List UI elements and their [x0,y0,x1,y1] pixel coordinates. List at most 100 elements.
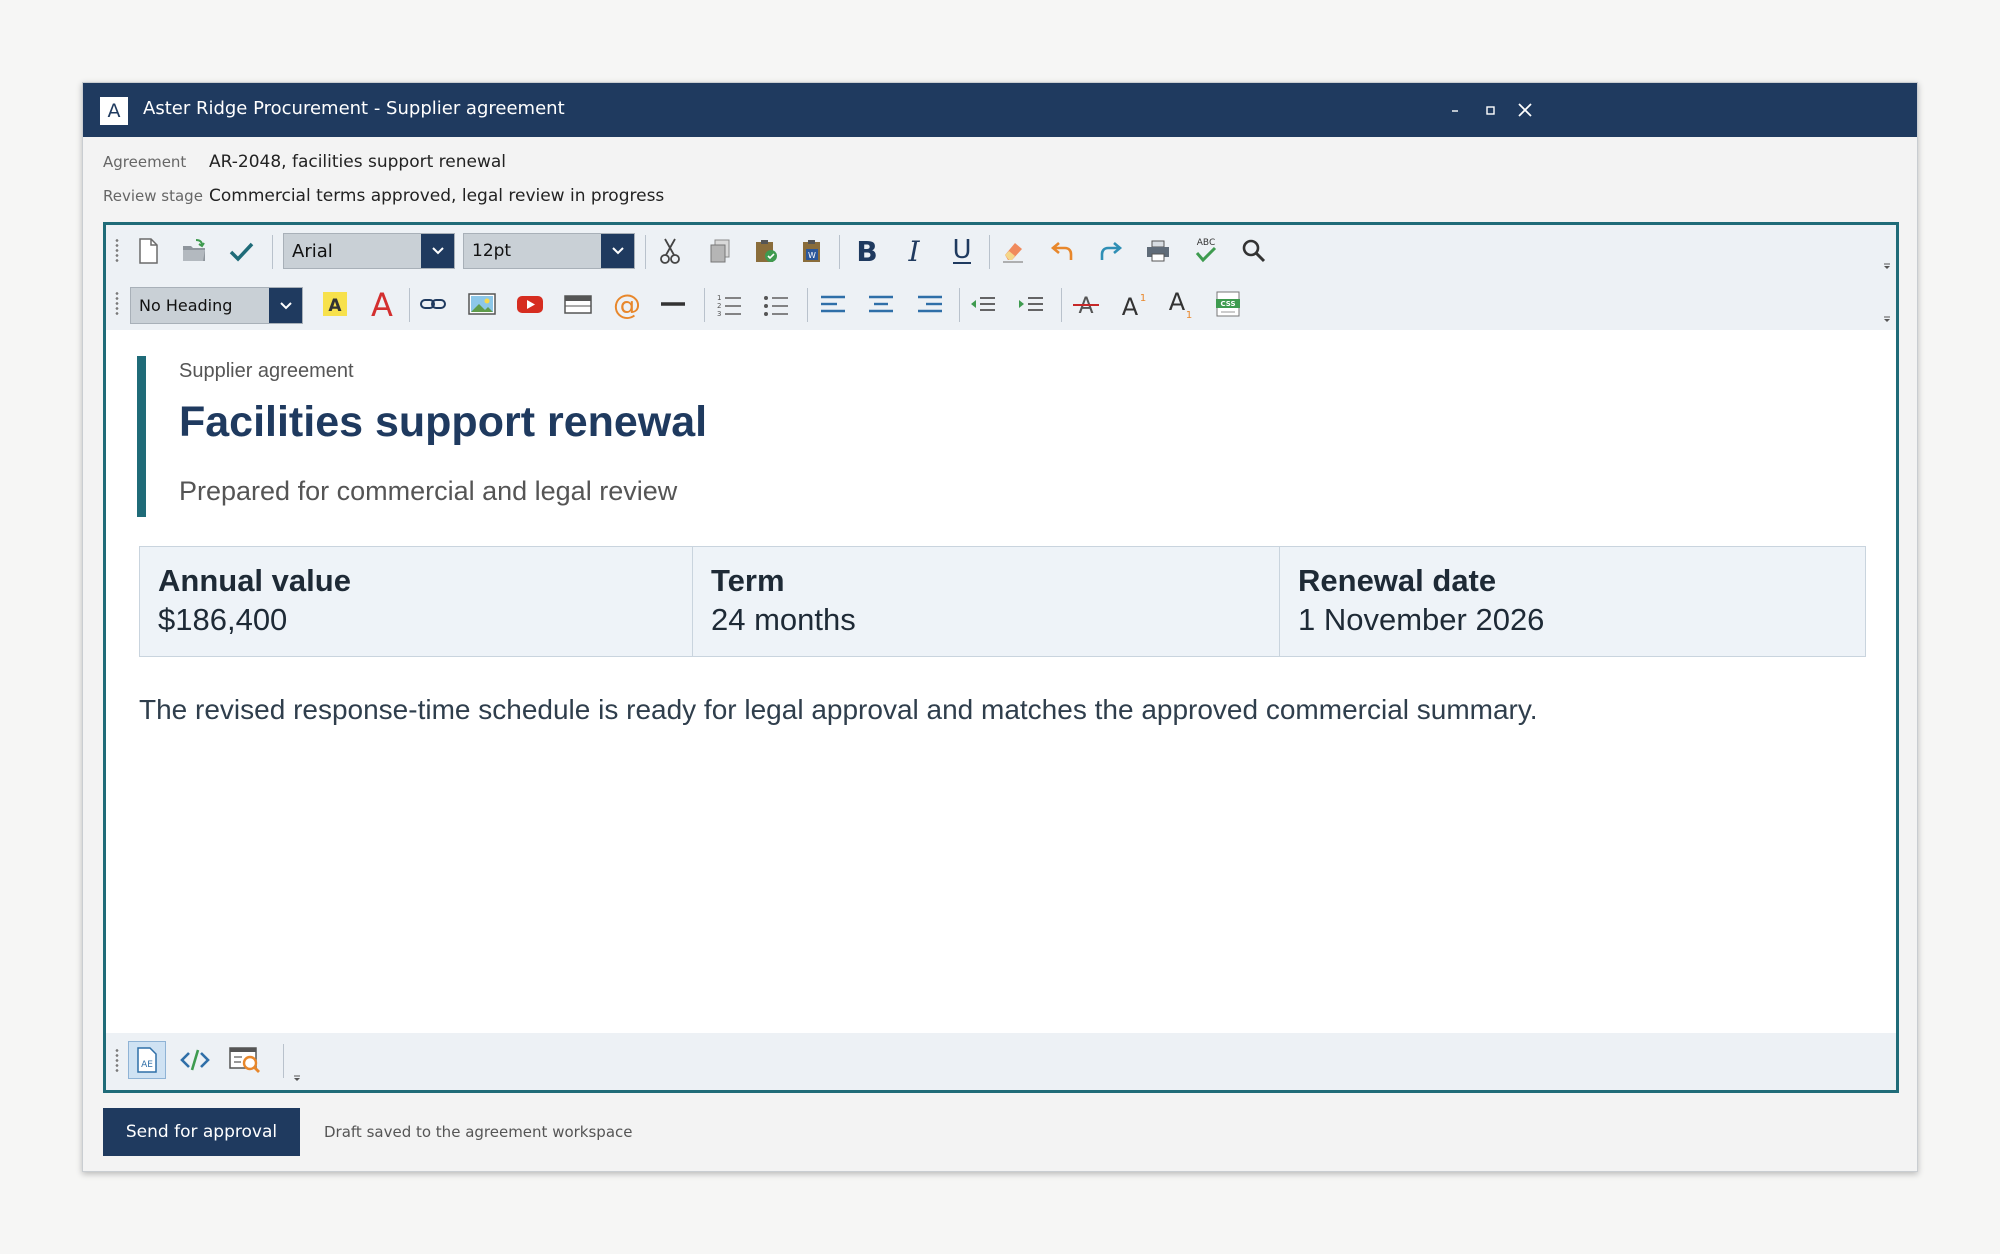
document-content[interactable]: Supplier agreement Facilities support re… [106,330,1896,1033]
align-left-icon[interactable] [815,286,851,322]
svg-text:A: A [371,289,393,319]
toolbar-row-1: Arial 12pt W B I U ABC [106,225,1896,278]
align-right-icon[interactable] [912,286,948,322]
horizontal-rule-icon[interactable] [655,286,691,322]
search-icon[interactable] [1236,233,1272,269]
toolbar-row-2-overflow[interactable] [1882,314,1892,324]
indent-icon[interactable] [1013,286,1049,322]
send-for-approval-button[interactable]: Send for approval [103,1108,300,1156]
svg-text:U: U [952,236,971,265]
toolbar-grip[interactable] [114,291,120,317]
agreement-label: Agreement [103,153,187,171]
code-view-icon [180,1049,210,1071]
paste-icon[interactable] [748,233,784,269]
review-stage-label: Review stage [103,187,203,205]
outdent-icon[interactable] [965,286,1001,322]
document-kicker: Supplier agreement [179,360,354,382]
font-size-value: 12pt [472,241,512,261]
heading-select[interactable]: No Heading [130,287,303,324]
heading-value: No Heading [139,296,233,315]
fact-renewal-date: Renewal date 1 November 2026 [1280,547,1865,656]
toolbar-row-2: No Heading A A @ 1 2 3 A 1 A 1 CSS [106,278,1896,330]
heading-dropdown-button[interactable] [269,288,302,323]
italic-icon[interactable]: I [896,233,932,269]
subscript-icon[interactable]: A1 [1163,286,1199,322]
close-button[interactable] [1508,93,1542,127]
design-view-button[interactable]: AE [128,1041,166,1079]
redo-icon[interactable] [1092,233,1128,269]
toolbar-grip[interactable] [114,238,120,264]
align-center-icon[interactable] [863,286,899,322]
image-icon[interactable] [464,286,500,322]
print-icon[interactable] [1140,233,1176,269]
svg-text:I: I [907,236,920,266]
new-document-icon[interactable] [130,233,166,269]
underline-icon[interactable]: U [944,233,980,269]
checkmark-icon[interactable] [223,233,259,269]
video-icon[interactable] [512,286,548,322]
spellcheck-icon[interactable]: ABC [1188,233,1224,269]
chevron-down-icon [279,301,292,309]
header-accent-bar [137,356,146,517]
paste-from-word-icon[interactable]: W [794,233,830,269]
font-family-dropdown-button[interactable] [421,234,454,268]
fact-value: 24 months [711,602,856,637]
maximize-button[interactable] [1473,93,1507,127]
css-icon[interactable]: CSS [1210,286,1246,322]
overflow-icon [1884,316,1890,322]
cut-icon[interactable] [652,233,688,269]
overflow-icon [294,1075,300,1081]
font-family-value: Arial [292,240,333,262]
copy-icon[interactable] [702,233,738,269]
font-size-select[interactable]: 12pt [463,233,635,269]
preview-button[interactable] [226,1041,264,1079]
font-family-select[interactable]: Arial [283,233,455,269]
font-color-icon[interactable]: A [364,286,400,322]
view-bar-overflow[interactable] [292,1073,302,1083]
minimize-button[interactable] [1438,93,1472,127]
title-bar: A Aster Ridge Procurement - Supplier agr… [83,83,1917,137]
document-subtitle: Prepared for commercial and legal review [179,476,678,506]
superscript-icon[interactable]: A1 [1116,286,1152,322]
svg-text:1: 1 [1186,310,1192,319]
highlight-color-icon[interactable]: A [317,286,353,322]
undo-icon[interactable] [1045,233,1081,269]
svg-text:1: 1 [717,294,721,302]
strikethrough-icon[interactable]: A [1068,286,1104,322]
agreement-row: Agreement AR-2048, facilities support ren… [103,152,506,172]
document-paragraph: The revised response-time schedule is re… [139,694,1538,725]
rich-text-editor: Arial 12pt W B I U ABC No Heading A A @ … [103,222,1899,1093]
chevron-down-icon [611,247,624,255]
ordered-list-icon[interactable]: 123 [711,286,747,322]
table-icon[interactable] [560,286,596,322]
svg-text:CSS: CSS [1220,300,1235,308]
open-folder-icon[interactable] [176,233,212,269]
fact-value: $186,400 [158,602,288,637]
email-at-icon[interactable]: @ [609,286,645,322]
view-mode-bar: AE [106,1033,1896,1090]
overflow-icon [1884,263,1890,269]
code-view-button[interactable] [176,1041,214,1079]
bold-icon[interactable]: B [849,233,885,269]
unordered-list-icon[interactable] [758,286,794,322]
fact-label: Term [711,563,785,598]
app-icon: A [100,97,128,125]
minimize-icon [1452,110,1458,112]
link-icon[interactable] [415,286,451,322]
review-stage-value: Commercial terms approved, legal review … [209,186,665,206]
app-window: A Aster Ridge Procurement - Supplier agr… [82,82,1918,1172]
eraser-icon[interactable] [995,233,1031,269]
svg-text:ABC: ABC [1197,238,1215,248]
fact-label: Renewal date [1298,563,1497,598]
fact-term: Term 24 months [693,547,1280,656]
font-size-dropdown-button[interactable] [601,234,634,268]
svg-text:B: B [856,236,877,266]
maximize-icon [1486,106,1495,115]
svg-text:2: 2 [717,302,721,310]
document-title: Facilities support renewal [179,398,708,446]
svg-text:A: A [328,296,342,316]
toolbar-grip[interactable] [114,1048,120,1074]
key-facts-table: Annual value $186,400 Term 24 months Ren… [139,546,1866,657]
svg-text:3: 3 [717,310,721,318]
toolbar-row-1-overflow[interactable] [1882,261,1892,271]
